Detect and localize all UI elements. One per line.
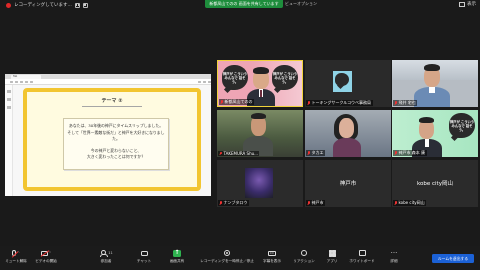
video-tile-woman[interactable]: タカエ (305, 110, 391, 157)
top-bar: レコーディングしています... 新都凤山てのの 画面を共有しています ビューオプ… (0, 0, 480, 12)
poster-bubble: 神戸が こういう みんなで 話そう。 (449, 113, 475, 138)
toolbar-icon (198, 80, 201, 83)
participant-name: TAKEMURA Shu... (218, 151, 260, 156)
start-video-label: ビデオの開始 (35, 259, 57, 263)
toolbar-icon (30, 80, 33, 83)
chevron-up-icon[interactable]: ^ (49, 251, 52, 255)
slide-line: そして「世界一素敵な街だ」と神戸を大好きになりました。 (67, 129, 165, 142)
apps-grid-icon (328, 249, 336, 257)
chat-button[interactable]: チャット (130, 248, 158, 264)
record-button[interactable]: レコーディングを一時停止／停止 (197, 248, 257, 264)
share-screen-icon: ↑ (173, 248, 181, 257)
video-tile-man-outdoor[interactable]: TAKEMURA Shu... (217, 110, 303, 157)
participants-label: 参加者 (100, 259, 112, 263)
view-options-button[interactable]: ビューオプション (285, 1, 317, 7)
meeting-toolbar: ^ ミュート解除 ^ ビデオの開始 11 参加者 チャット ↑ 画面共有 レコー… (0, 246, 480, 270)
recording-dot-icon (6, 2, 11, 8)
video-tile-poster1[interactable]: トーキングサークルコウベ事務局 (305, 60, 391, 107)
reactions-button[interactable]: リアクション (290, 248, 318, 264)
participants-icon (99, 250, 109, 257)
captions-button[interactable]: CC 字幕を表示 (258, 248, 286, 264)
mic-muted-icon (395, 101, 398, 105)
slide-question-box: あなたは、30年後の神戸にタイムスリップしました。 そして「世界一素敵な街だ」と… (63, 118, 169, 170)
unmute-button[interactable]: ^ ミュート解除 (2, 248, 30, 264)
profile-picture (245, 168, 273, 198)
participant-center-name: kobe city岡山 (417, 181, 453, 187)
slide-line: あなたは、30年後の神戸にタイムスリップしました。 (68, 123, 164, 128)
toolbar-icon (20, 80, 23, 83)
participant-name: 神戸市 (306, 200, 325, 206)
more-label: 詳細 (390, 259, 398, 263)
mic-muted-icon (221, 100, 224, 104)
smiley-icon (301, 250, 307, 256)
slide-theme: テーマ ② (27, 97, 197, 107)
microphone-muted-icon (12, 250, 17, 256)
share-screen-label: 画面共有 (169, 259, 185, 263)
mic-muted-icon (308, 151, 311, 155)
shared-screen[interactable]: Tab テーマ ② あなたは、30年後の神戸にタイムスリップしました。 そして「… (5, 74, 211, 196)
more-button[interactable]: ··· 詳細 (380, 248, 408, 264)
grid-view-icon (459, 1, 465, 7)
video-tile-host[interactable]: 神戸が こういう みんなで 話そう。 神戸が こういう みんなで 話そう。 新都… (217, 60, 303, 107)
closed-captions-icon: CC (268, 250, 276, 256)
stop-recording-icon[interactable] (82, 2, 88, 8)
video-tile-kobe[interactable]: 神戸市 神戸市 (305, 160, 391, 207)
toolbar-icon (208, 80, 211, 83)
toolbar-icon (10, 80, 13, 83)
poster-bubble-icon (335, 73, 349, 86)
display-button[interactable]: 表示 (459, 1, 476, 7)
reactions-label: リアクション (293, 259, 315, 263)
mic-muted-icon (395, 151, 398, 155)
recording-indicator: レコーディングしています... (6, 2, 88, 8)
apps-label: アプリ (326, 259, 338, 263)
participant-name: 新都凤山てのの (219, 99, 254, 105)
poster-bubble: 神戸が こういう みんなで 話そう。 (272, 65, 298, 90)
mic-muted-icon (220, 151, 223, 156)
screen-share-banner[interactable]: 新都凤山てのの 画面を共有しています (205, 0, 283, 8)
whiteboard-button[interactable]: ホワイトボード (346, 248, 378, 264)
slide-line: 大きく変わったことは何ですか？ (86, 154, 146, 159)
participant-name: トーキングサークルコウベ事務局 (306, 100, 373, 106)
toolbar-icon (203, 80, 206, 83)
video-tile-nanba[interactable]: ナンブタロウ (217, 160, 303, 207)
video-tile-kobecity[interactable]: kobe city岡山 kobe city岡山 (392, 160, 478, 207)
mic-muted-icon (308, 101, 311, 105)
mic-muted-icon (395, 201, 398, 205)
leave-room-button[interactable]: ルームを退出する (432, 254, 474, 263)
chat-icon (140, 250, 148, 256)
apps-button[interactable]: アプリ (318, 248, 346, 264)
display-label: 表示 (467, 2, 476, 7)
poster-bubble: 神戸が こういう みんなで 話そう。 (222, 65, 248, 90)
more-dots-icon: ··· (390, 248, 398, 257)
chat-label: チャット (136, 259, 152, 263)
whiteboard-icon (358, 250, 366, 256)
participant-name: 飛井 宅也 (393, 100, 418, 106)
viewer-sidebar (5, 85, 13, 196)
mic-muted-icon (308, 201, 311, 205)
captions-label: 字幕を表示 (263, 259, 281, 263)
record-icon (224, 250, 230, 256)
toolbar-icon (25, 80, 28, 83)
pause-recording-icon[interactable] (74, 2, 80, 8)
participant-center-name: 神戸市 (339, 181, 357, 187)
recording-text: レコーディングしています... (14, 3, 72, 8)
record-label: レコーディングを一時停止／停止 (200, 259, 254, 263)
participant-count: 11 (108, 251, 113, 255)
participant-name: kobe city岡山 (393, 200, 427, 206)
video-tile-man-suit[interactable]: 神戸が こういう みんなで 話そう。 神戸市 森本 康 (392, 110, 478, 157)
video-tile-man-blue[interactable]: 飛井 宅也 (392, 60, 478, 107)
toolbar-icon (15, 80, 18, 83)
share-screen-button[interactable]: ↑ 画面共有 (163, 248, 191, 264)
presentation-slide: テーマ ② あなたは、30年後の神戸にタイムスリップしました。 そして「世界一素… (23, 88, 201, 191)
participant-name: ナンブタロウ (218, 200, 249, 206)
participants-button[interactable]: 11 参加者 (92, 248, 120, 264)
participant-name: 神戸市 森本 康 (393, 150, 427, 156)
whiteboard-label: ホワイトボード (349, 259, 375, 263)
browser-tab[interactable]: Tab (11, 75, 41, 79)
camera-off-icon (40, 250, 48, 256)
unmute-label: ミュート解除 (5, 259, 27, 263)
mic-muted-icon (220, 201, 223, 205)
start-video-button[interactable]: ^ ビデオの開始 (32, 248, 60, 264)
participant-name: タカエ (306, 150, 325, 156)
